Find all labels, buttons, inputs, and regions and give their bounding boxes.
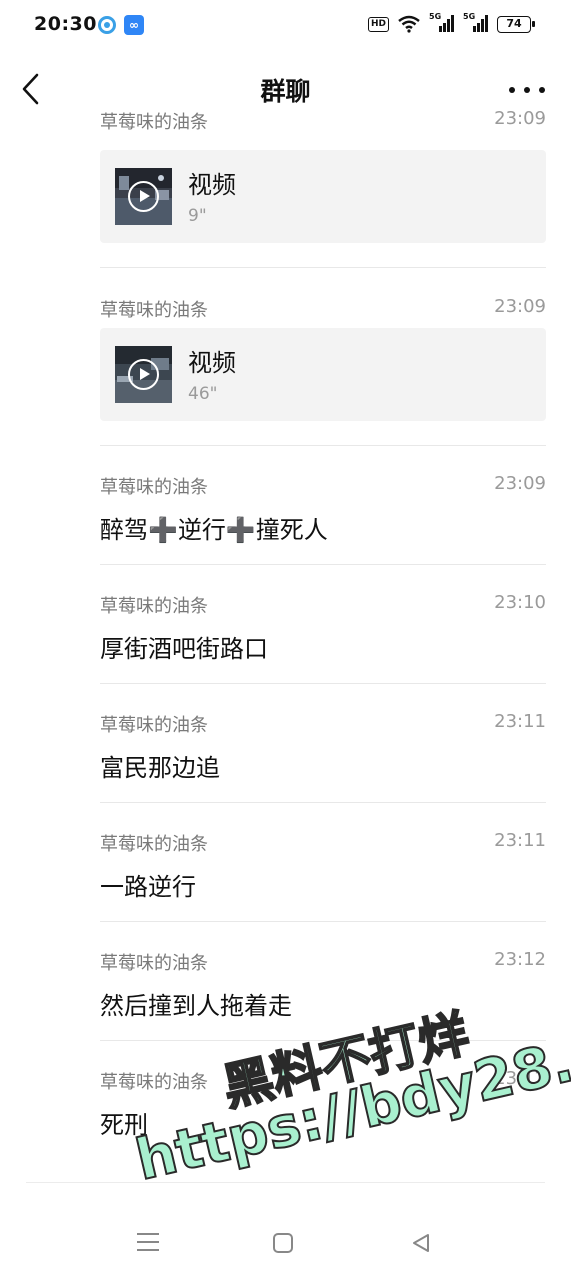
sender-name: 草莓味的油条 <box>100 596 208 617</box>
message-text: 一路逆行 <box>100 873 196 901</box>
status-time: 20:30 <box>34 13 97 35</box>
sender-name: 草莓味的油条 <box>100 715 208 736</box>
sender-name: 草莓味的油条 <box>100 300 208 321</box>
list-item[interactable]: 草莓味的油条 23:11 一路逆行 <box>100 803 546 922</box>
message-time: 23:11 <box>494 711 546 732</box>
video-thumbnail[interactable] <box>115 168 172 225</box>
home-icon[interactable] <box>273 1233 293 1253</box>
message-text: 醉驾➕逆行➕撞死人 <box>100 516 328 544</box>
video-duration: 9" <box>188 206 207 226</box>
list-item[interactable]: 草莓味的油条 23:09 醉驾➕逆行➕撞死人 <box>100 446 546 565</box>
play-icon <box>128 359 159 390</box>
play-icon <box>128 181 159 212</box>
signal-icon-sim1: 5G <box>429 12 455 34</box>
message-time: 23:12 <box>494 1068 546 1089</box>
video-label: 视频 <box>188 349 236 377</box>
message-time: 23:12 <box>494 949 546 970</box>
list-item[interactable]: 草莓味的油条 23:12 死刑 <box>100 1041 546 1160</box>
browser-app-icon <box>98 16 116 34</box>
wifi-icon <box>397 15 421 33</box>
list-item[interactable]: 草莓味的油条 23:09 视频 9" <box>100 108 546 268</box>
more-dot-icon <box>524 87 530 93</box>
list-item[interactable]: 草莓味的油条 23:10 厚街酒吧街路口 <box>100 565 546 684</box>
sender-name: 草莓味的油条 <box>100 1072 208 1093</box>
message-time: 23:10 <box>494 592 546 613</box>
message-text: 死刑 <box>100 1111 148 1139</box>
message-time: 23:11 <box>494 830 546 851</box>
message-time: 23:09 <box>494 296 546 317</box>
more-dot-icon <box>539 87 545 93</box>
video-duration: 46" <box>188 384 218 404</box>
message-text: 然后撞到人拖着走 <box>100 992 292 1020</box>
video-thumbnail[interactable] <box>115 346 172 403</box>
list-item[interactable]: 草莓味的油条 23:11 富民那边追 <box>100 684 546 803</box>
hd-badge: HD <box>367 16 389 32</box>
message-time: 23:09 <box>494 473 546 494</box>
sender-name: 草莓味的油条 <box>100 477 208 498</box>
message-time: 23:09 <box>494 108 546 129</box>
more-button[interactable] <box>509 78 545 102</box>
system-nav-bar <box>0 1215 571 1275</box>
video-label: 视频 <box>188 171 236 199</box>
sender-name: 草莓味的油条 <box>100 834 208 855</box>
message-text: 富民那边追 <box>100 754 220 782</box>
sender-name: 草莓味的油条 <box>100 953 208 974</box>
signal-icon-sim2: 5G <box>463 12 489 34</box>
page-title: 群聊 <box>260 77 311 106</box>
back-triangle-icon[interactable] <box>410 1232 432 1254</box>
divider <box>26 1182 545 1183</box>
infinity-app-icon: ∞ <box>124 15 144 35</box>
system-icons: HD 5G 5G 74 <box>367 12 535 34</box>
menu-icon[interactable] <box>137 1233 159 1251</box>
list-item[interactable]: 草莓味的油条 23:09 视频 46" <box>100 268 546 446</box>
more-dot-icon <box>509 87 515 93</box>
video-card[interactable]: 视频 9" <box>100 150 546 243</box>
sender-name: 草莓味的油条 <box>100 112 208 133</box>
battery-indicator: 74 <box>497 15 535 33</box>
message-text: 厚街酒吧街路口 <box>100 635 268 663</box>
list-item[interactable]: 草莓味的油条 23:12 然后撞到人拖着走 <box>100 922 546 1041</box>
status-bar: 20:30 ∞ HD 5G 5G 74 <box>0 0 571 52</box>
video-card[interactable]: 视频 46" <box>100 328 546 421</box>
